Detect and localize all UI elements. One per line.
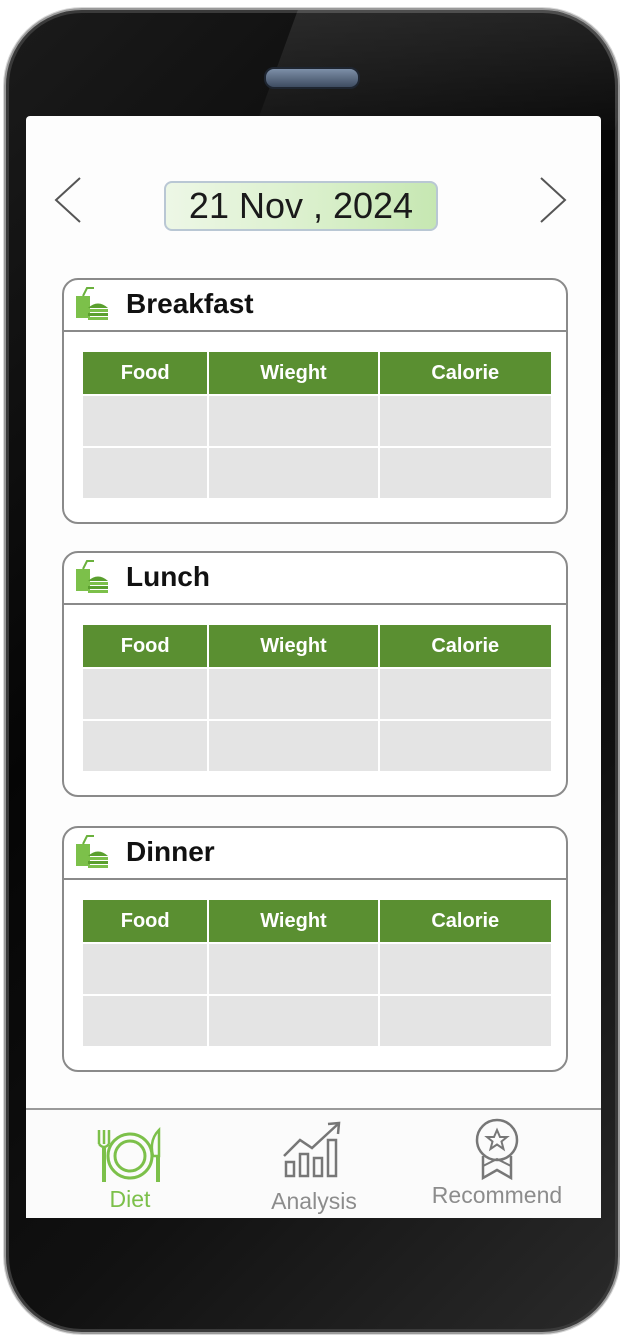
table-row bbox=[80, 994, 554, 1048]
award-ribbon-icon bbox=[475, 1118, 519, 1181]
bottom-nav-bar: Diet Analysis Recommend bbox=[26, 1108, 601, 1218]
plate-cutlery-icon bbox=[97, 1126, 161, 1182]
drink-burger-icon bbox=[76, 287, 108, 320]
meal-card-lunch: Lunch Food Wieght Calorie bbox=[62, 551, 568, 797]
column-header-calorie: Calorie bbox=[377, 623, 554, 669]
table-cell[interactable] bbox=[207, 446, 380, 500]
table-cell[interactable] bbox=[207, 719, 380, 773]
table-cell[interactable] bbox=[80, 942, 210, 996]
drink-burger-icon bbox=[76, 560, 108, 593]
column-header-calorie: Calorie bbox=[377, 898, 554, 944]
meal-title: Breakfast bbox=[126, 288, 254, 319]
column-header-weight: Wieght bbox=[207, 623, 380, 669]
meal-header: Breakfast bbox=[64, 280, 566, 332]
column-header-food: Food bbox=[80, 898, 210, 944]
table-row bbox=[80, 394, 554, 448]
table-header-row: Food Wieght Calorie bbox=[80, 350, 554, 396]
meal-table: Food Wieght Calorie bbox=[80, 623, 554, 773]
meal-title: Dinner bbox=[126, 836, 215, 867]
date-navigator: 21 Nov , 2024 bbox=[26, 170, 601, 231]
table-cell[interactable] bbox=[377, 446, 554, 500]
nav-item-analysis[interactable]: Analysis bbox=[258, 1110, 370, 1218]
table-cell[interactable] bbox=[207, 667, 380, 721]
column-header-calorie: Calorie bbox=[377, 350, 554, 396]
nav-label-analysis: Analysis bbox=[271, 1188, 357, 1214]
nav-item-recommend[interactable]: Recommend bbox=[422, 1110, 572, 1218]
nav-item-diet[interactable]: Diet bbox=[74, 1110, 186, 1218]
table-cell[interactable] bbox=[80, 667, 210, 721]
table-cell[interactable] bbox=[377, 667, 554, 721]
current-date[interactable]: 21 Nov , 2024 bbox=[164, 181, 438, 231]
table-cell[interactable] bbox=[80, 994, 210, 1048]
meal-header: Lunch bbox=[64, 553, 566, 605]
previous-day-button[interactable] bbox=[50, 174, 90, 226]
table-header-row: Food Wieght Calorie bbox=[80, 623, 554, 669]
table-row bbox=[80, 446, 554, 500]
next-day-button[interactable] bbox=[531, 174, 571, 226]
meal-table: Food Wieght Calorie bbox=[80, 898, 554, 1048]
meal-header: Dinner bbox=[64, 828, 566, 880]
bar-chart-trend-icon bbox=[283, 1121, 341, 1178]
table-cell[interactable] bbox=[377, 994, 554, 1048]
phone-frame: 21 Nov , 2024 Breakfast Food Wieght Calo… bbox=[4, 8, 620, 1334]
column-header-weight: Wieght bbox=[207, 350, 380, 396]
table-cell[interactable] bbox=[377, 719, 554, 773]
table-cell[interactable] bbox=[207, 394, 380, 448]
table-cell[interactable] bbox=[377, 394, 554, 448]
table-cell[interactable] bbox=[207, 994, 380, 1048]
chevron-left-icon bbox=[54, 177, 81, 223]
column-header-weight: Wieght bbox=[207, 898, 380, 944]
table-cell[interactable] bbox=[377, 942, 554, 996]
table-cell[interactable] bbox=[80, 394, 210, 448]
table-row bbox=[80, 719, 554, 773]
drink-burger-icon bbox=[76, 835, 108, 868]
chevron-right-icon bbox=[540, 177, 567, 223]
table-row bbox=[80, 667, 554, 721]
meal-table: Food Wieght Calorie bbox=[80, 350, 554, 500]
meal-card-breakfast: Breakfast Food Wieght Calorie bbox=[62, 278, 568, 524]
table-cell[interactable] bbox=[80, 446, 210, 500]
column-header-food: Food bbox=[80, 350, 210, 396]
nav-label-diet: Diet bbox=[109, 1186, 151, 1212]
table-cell[interactable] bbox=[207, 942, 380, 996]
app-screen: 21 Nov , 2024 Breakfast Food Wieght Calo… bbox=[26, 116, 601, 1218]
meal-card-dinner: Dinner Food Wieght Calorie bbox=[62, 826, 568, 1072]
table-row bbox=[80, 942, 554, 996]
column-header-food: Food bbox=[80, 623, 210, 669]
earpiece-speaker bbox=[264, 67, 360, 89]
table-header-row: Food Wieght Calorie bbox=[80, 898, 554, 944]
table-cell[interactable] bbox=[80, 719, 210, 773]
meal-title: Lunch bbox=[126, 561, 210, 592]
nav-label-recommend: Recommend bbox=[431, 1182, 563, 1208]
